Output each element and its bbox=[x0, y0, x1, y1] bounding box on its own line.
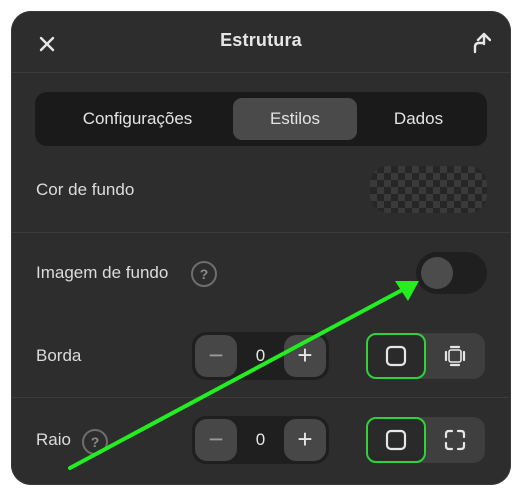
background-color-label: Cor de fundo bbox=[36, 180, 135, 199]
corners-icon bbox=[444, 429, 466, 451]
structure-panel: Estrutura Configurações Estilos Dados Co… bbox=[11, 11, 511, 485]
border-all-sides-option[interactable] bbox=[366, 333, 426, 379]
share-button[interactable] bbox=[469, 31, 492, 55]
border-individual-sides-option[interactable] bbox=[427, 335, 483, 377]
border-mode-selector bbox=[366, 333, 485, 379]
divider bbox=[11, 232, 511, 233]
share-arrow-icon bbox=[473, 32, 492, 54]
radius-value[interactable]: 0 bbox=[240, 416, 281, 464]
background-image-toggle[interactable] bbox=[416, 252, 487, 294]
tab-estilos[interactable]: Estilos bbox=[233, 98, 357, 140]
background-image-label: Imagem de fundo bbox=[36, 263, 169, 282]
background-color-swatch[interactable] bbox=[370, 166, 487, 213]
toggle-knob bbox=[421, 257, 453, 289]
border-value[interactable]: 0 bbox=[240, 332, 281, 380]
divider bbox=[11, 397, 511, 398]
panel-title: Estrutura bbox=[220, 30, 302, 50]
radius-decrement-button[interactable]: − bbox=[195, 419, 237, 461]
help-icon[interactable]: ? bbox=[82, 429, 108, 455]
tab-dados[interactable]: Dados bbox=[360, 98, 477, 140]
border-label: Borda bbox=[36, 346, 82, 365]
square-icon bbox=[385, 345, 407, 367]
panel-header: Estrutura bbox=[11, 11, 511, 73]
border-stepper: − 0 + bbox=[192, 332, 329, 380]
help-icon[interactable]: ? bbox=[191, 261, 217, 287]
radius-all-corners-option[interactable] bbox=[366, 417, 426, 463]
tab-bar: Configurações Estilos Dados bbox=[35, 92, 487, 146]
radius-mode-selector bbox=[366, 417, 485, 463]
square-icon bbox=[385, 429, 407, 451]
radius-stepper: − 0 + bbox=[192, 416, 329, 464]
border-increment-button[interactable]: + bbox=[284, 335, 326, 377]
tab-configuracoes[interactable]: Configurações bbox=[45, 98, 230, 140]
dashed-square-icon bbox=[444, 345, 466, 367]
border-decrement-button[interactable]: − bbox=[195, 335, 237, 377]
radius-increment-button[interactable]: + bbox=[284, 419, 326, 461]
radius-label: Raio bbox=[36, 430, 71, 449]
radius-individual-corners-option[interactable] bbox=[427, 419, 483, 461]
